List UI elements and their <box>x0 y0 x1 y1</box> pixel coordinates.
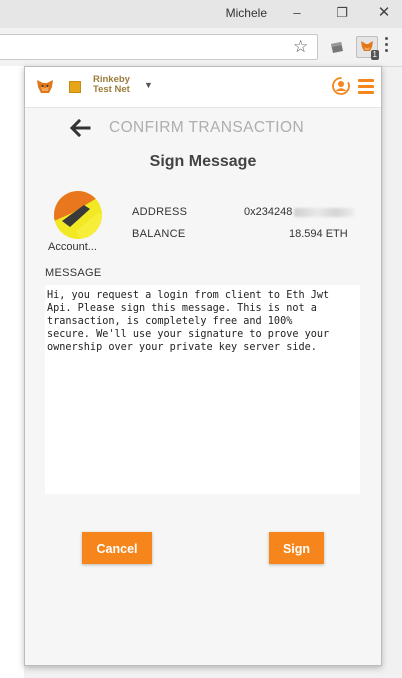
metamask-fox-icon[interactable] <box>35 77 55 97</box>
metamask-header: Rinkeby Test Net ▼ <box>25 67 381 108</box>
network-caret-icon[interactable]: ▼ <box>144 80 153 90</box>
message-label: MESSAGE <box>45 267 102 279</box>
window-user-name: Michele <box>225 6 267 20</box>
address-label: ADDRESS <box>132 206 188 218</box>
message-text: Hi, you request a login from client to E… <box>47 290 330 353</box>
sign-message-title: Sign Message <box>149 153 257 170</box>
account-switch-icon[interactable] <box>331 76 351 96</box>
menu-icon[interactable] <box>358 79 374 97</box>
browser-toolbar: ☆ 1 <box>0 28 402 67</box>
kebab-menu-icon[interactable] <box>385 37 389 55</box>
address-value: 0x234248 <box>244 206 355 218</box>
sign-button[interactable]: Sign <box>269 532 324 564</box>
extension-badge: 1 <box>370 50 379 60</box>
balance-value: 18.594 ETH <box>289 228 348 240</box>
metamask-extension-icon[interactable]: 1 <box>356 36 379 60</box>
page-title: CONFIRM TRANSACTION <box>109 119 305 136</box>
network-name[interactable]: Rinkeby Test Net <box>93 75 143 95</box>
balance-label: BALANCE <box>132 228 186 240</box>
close-window-button[interactable]: ✕ <box>374 4 394 22</box>
page-background <box>0 66 24 678</box>
cancel-button[interactable]: Cancel <box>82 532 152 564</box>
restore-button[interactable]: ❐ <box>332 4 352 22</box>
metamask-popup: Rinkeby Test Net ▼ CONFIRM TRANSACTION S… <box>24 66 382 666</box>
account-name: Account... <box>48 241 97 253</box>
address-redacted <box>294 207 355 217</box>
network-icon[interactable] <box>69 81 81 93</box>
star-icon[interactable]: ☆ <box>293 38 308 56</box>
minimize-button[interactable]: – <box>287 4 307 22</box>
extension-drive-icon[interactable] <box>326 36 348 58</box>
account-avatar <box>54 191 102 239</box>
address-bar[interactable]: ☆ <box>0 34 318 60</box>
message-box[interactable]: Hi, you request a login from client to E… <box>45 285 360 494</box>
address-text: 0x234248 <box>244 206 293 218</box>
back-arrow-icon[interactable] <box>69 119 91 137</box>
window-title-bar: Michele – ❐ ✕ <box>0 0 402 28</box>
